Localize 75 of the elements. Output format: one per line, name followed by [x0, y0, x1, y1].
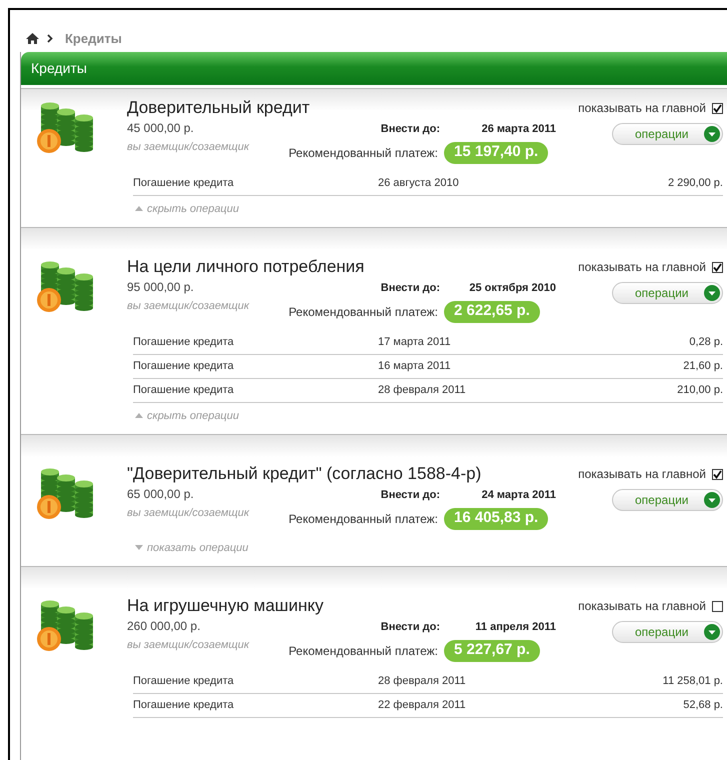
operation-name: Погашение кредита — [133, 674, 235, 689]
operation-amount: 2 290,00 р. — [668, 176, 723, 191]
loan-role: вы заемщик/созаемщик — [127, 506, 250, 521]
caret-up-icon — [135, 413, 143, 418]
payment-amount: 5 227,67 р. — [444, 640, 540, 662]
dropdown-caret-icon — [704, 492, 720, 508]
caret-down-icon — [135, 545, 143, 550]
operations-button[interactable]: операции — [612, 123, 723, 145]
payment-label: Рекомендованный платеж: — [288, 144, 439, 162]
show-on-main-label: показывать на главной — [578, 466, 706, 483]
loan-role: вы заемщик/созаемщик — [127, 140, 250, 155]
show-on-main-checkbox[interactable] — [712, 468, 723, 480]
check-icon — [713, 104, 722, 112]
operation-name: Погашение кредита — [133, 358, 235, 374]
operations-toggle-link[interactable]: скрыть операции — [135, 408, 723, 424]
loan-role: вы заемщик/созаемщик — [127, 638, 250, 653]
loan-amount: 45 000,00 р. — [127, 120, 195, 137]
due-label: Внести до: — [380, 281, 441, 296]
operation-name: Погашение кредита — [133, 334, 235, 350]
loan-title: На игрушечную машинку — [127, 595, 324, 617]
operations-button[interactable]: операции — [612, 282, 723, 304]
due-date: 11 апреля 2011 — [474, 620, 557, 635]
due-date: 26 марта 2011 — [480, 122, 557, 137]
loan-title: "Доверительный кредит" (согласно 1588-4-р) — [127, 463, 482, 485]
chevron-right-icon — [47, 34, 53, 43]
caret-up-icon — [135, 206, 143, 212]
dropdown-caret-icon — [704, 126, 720, 142]
due-label: Внести до: — [380, 488, 441, 503]
loan-title: Доверительный кредит — [127, 97, 310, 119]
operation-date: 26 августа 2010 — [378, 176, 460, 191]
operation-date: 16 марта 2011 — [378, 358, 452, 374]
show-on-main-checkbox[interactable] — [712, 262, 723, 272]
loan-amount: 95 000,00 р. — [127, 279, 195, 296]
loan-amount: 260 000,00 р. — [127, 618, 202, 635]
check-icon — [713, 470, 722, 478]
operation-amount: 0,28 р. — [689, 334, 723, 350]
show-on-main-label: показывать на главной — [578, 598, 706, 615]
payment-label: Рекомендованный платеж: — [288, 642, 439, 660]
operation-name: Погашение кредита — [133, 698, 235, 713]
loan-title: На цели личного потребления — [127, 256, 364, 278]
operations-toggle-link[interactable]: скрыть операции — [135, 200, 723, 217]
operation-amount: 21,60 р. — [683, 358, 723, 374]
payment-label: Рекомендованный платеж: — [288, 510, 439, 528]
breadcrumb-current: Кредиты — [65, 30, 122, 48]
dropdown-caret-icon — [704, 285, 720, 301]
operation-name: Погашение кредита — [133, 382, 235, 398]
home-icon[interactable] — [26, 33, 39, 44]
operation-name: Погашение кредита — [133, 176, 235, 191]
due-label: Внести до: — [380, 122, 441, 137]
loan-amount: 65 000,00 р. — [127, 486, 195, 503]
due-date: 24 марта 2011 — [480, 488, 557, 503]
operation-date: 28 февраля 2011 — [378, 674, 467, 689]
dropdown-caret-icon — [704, 624, 720, 640]
operation-date: 28 февраля 2011 — [378, 382, 467, 398]
operation-amount: 52,68 р. — [683, 698, 723, 713]
operations-button[interactable]: операции — [612, 621, 723, 643]
show-on-main-label: показывать на главной — [578, 100, 706, 117]
due-label: Внести до: — [380, 620, 441, 635]
show-on-main-label: показывать на главной — [578, 259, 706, 276]
check-icon — [713, 262, 722, 272]
due-date: 25 октября 2010 — [468, 281, 557, 296]
show-on-main-checkbox[interactable] — [712, 102, 723, 114]
payment-amount: 2 622,65 р. — [444, 300, 540, 322]
payment-label: Рекомендованный платеж: — [288, 304, 439, 320]
payment-amount: 15 197,40 р. — [444, 142, 548, 164]
operations-toggle-link[interactable]: показать операции — [135, 540, 723, 556]
operation-amount: 11 258,01 р. — [662, 674, 723, 689]
loan-role: вы заемщик/созаемщик — [127, 299, 250, 314]
operation-date: 17 марта 2011 — [378, 334, 452, 350]
panel-title: Кредиты — [31, 59, 87, 78]
operation-amount: 210,00 р. — [677, 382, 723, 398]
operation-date: 22 февраля 2011 — [378, 698, 467, 713]
payment-amount: 16 405,83 р. — [444, 508, 548, 530]
show-on-main-checkbox[interactable] — [712, 600, 723, 612]
operations-button[interactable]: операции — [612, 489, 723, 511]
